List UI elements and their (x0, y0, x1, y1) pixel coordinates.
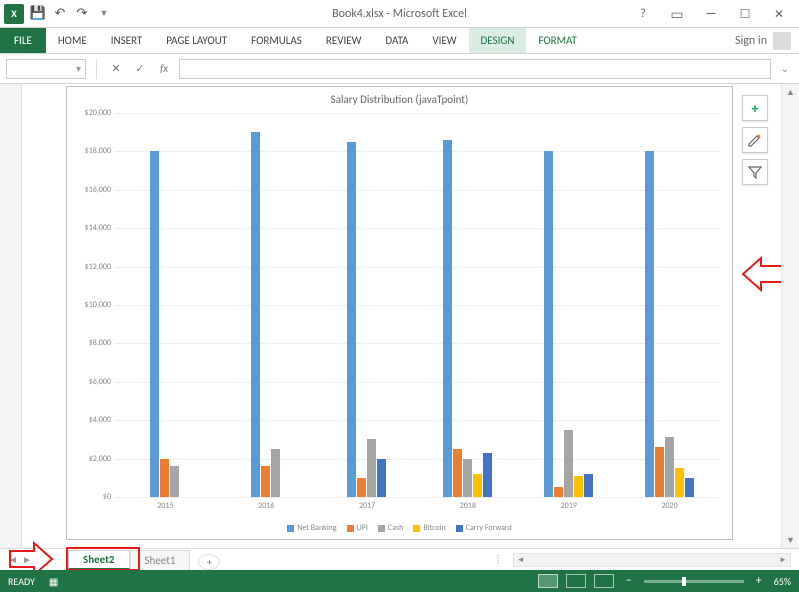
zoom-slider[interactable] (644, 580, 744, 583)
vertical-scrollbar[interactable]: ▲ ▼ (781, 84, 799, 548)
chart-title[interactable]: Salary Distribution (javaTpoint) (67, 87, 732, 108)
new-sheet-button[interactable]: + (198, 554, 220, 570)
close-icon[interactable]: ✕ (763, 3, 795, 25)
zoom-level[interactable]: 65% (774, 575, 791, 588)
scroll-down-icon[interactable]: ▼ (782, 532, 799, 548)
tab-format[interactable]: FORMAT (526, 28, 588, 53)
sign-in-link[interactable]: Sign in (727, 28, 799, 53)
excel-logo-icon: X (4, 4, 24, 24)
formula-bar: ▾ ✕ ✓ fx ⌄ (0, 54, 799, 84)
view-page-break-button[interactable] (594, 574, 614, 588)
expand-formula-bar-icon[interactable]: ⌄ (777, 62, 793, 75)
save-icon[interactable]: 💾 (30, 6, 46, 22)
sign-in-label: Sign in (735, 34, 767, 48)
ribbon-tabs: FILE HOME INSERT PAGE LAYOUT FORMULAS RE… (0, 28, 799, 54)
qat-customize-icon[interactable]: ▼ (96, 6, 112, 22)
name-box[interactable]: ▾ (6, 59, 86, 79)
cancel-icon[interactable]: ✕ (107, 60, 125, 78)
chart-styles-button[interactable] (742, 127, 768, 153)
scroll-right-icon[interactable]: ► (776, 554, 790, 566)
formula-input[interactable] (179, 59, 771, 79)
chart-plot-area: $0$2,000$4,000$6,000$8,000$10,000$12,000… (115, 113, 720, 497)
sheet-tab-sheet1[interactable]: Sheet1 (130, 550, 191, 570)
tab-design[interactable]: DESIGN (469, 28, 527, 53)
scroll-up-icon[interactable]: ▲ (782, 84, 799, 100)
tab-data[interactable]: DATA (373, 28, 420, 53)
chart-legend[interactable]: Net BankingUPICashBitcoinCarry Forward (67, 523, 732, 533)
sheet-canvas[interactable]: Salary Distribution (javaTpoint) $0$2,00… (22, 84, 781, 548)
horizontal-scrollbar[interactable]: ◄ ► (513, 553, 791, 567)
tab-file[interactable]: FILE (0, 28, 46, 53)
chart-filters-button[interactable] (742, 159, 768, 185)
minimize-icon[interactable]: — (695, 3, 727, 25)
row-header-gutter (0, 84, 22, 548)
tab-page-layout[interactable]: PAGE LAYOUT (154, 28, 239, 53)
title-bar: X 💾 ↶ ↷ ▼ Book4.xlsx - Microsoft Excel ?… (0, 0, 799, 28)
chart-object[interactable]: Salary Distribution (javaTpoint) $0$2,00… (66, 86, 733, 540)
worksheet-area: Salary Distribution (javaTpoint) $0$2,00… (0, 84, 799, 548)
avatar-icon (773, 32, 791, 50)
sheet-tab-sheet2[interactable]: Sheet2 (68, 550, 130, 570)
tab-insert[interactable]: INSERT (99, 28, 155, 53)
tab-view[interactable]: VIEW (420, 28, 468, 53)
redo-icon[interactable]: ↷ (74, 6, 90, 22)
sheet-tab-bar: ◄► Sheet2 Sheet1 + ⁞ ◄ ► (0, 548, 799, 570)
enter-icon[interactable]: ✓ (131, 60, 149, 78)
status-bar: READY ▦ − + 65% (0, 570, 799, 592)
fx-icon[interactable]: fx (155, 60, 173, 78)
ribbon-display-icon[interactable]: ▭ (661, 3, 693, 25)
tab-review[interactable]: REVIEW (314, 28, 374, 53)
chart-elements-button[interactable]: + (742, 95, 768, 121)
view-page-layout-button[interactable] (566, 574, 586, 588)
maximize-icon[interactable]: ☐ (729, 3, 761, 25)
zoom-in-button[interactable]: + (752, 574, 766, 588)
tab-formulas[interactable]: FORMULAS (239, 28, 314, 53)
undo-icon[interactable]: ↶ (52, 6, 68, 22)
help-icon[interactable]: ? (627, 3, 659, 25)
tab-home[interactable]: HOME (46, 28, 99, 53)
scroll-left-icon[interactable]: ◄ (514, 554, 528, 566)
zoom-out-button[interactable]: − (622, 574, 636, 588)
macro-record-icon[interactable]: ▦ (49, 575, 58, 588)
view-normal-button[interactable] (538, 574, 558, 588)
status-ready: READY (8, 575, 35, 588)
